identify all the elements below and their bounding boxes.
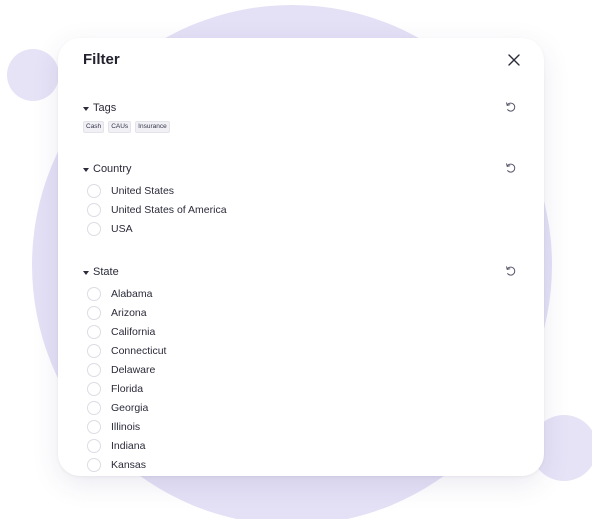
option-label: Kansas — [111, 458, 147, 471]
reset-country-button[interactable] — [504, 161, 518, 175]
option-label: Connecticut — [111, 344, 167, 357]
close-button[interactable] — [505, 51, 523, 69]
caret-down-icon — [83, 270, 89, 275]
stage: Filter Tags Cash CAUs Insurance Country … — [0, 0, 592, 519]
radio-option[interactable]: Alabama — [83, 284, 523, 303]
rotate-ccw-icon — [506, 266, 516, 276]
country-section: Country United States United States of A… — [83, 161, 523, 238]
option-label: USA — [111, 222, 133, 235]
section-toggle-country[interactable]: Country — [83, 161, 523, 177]
radio-button[interactable] — [87, 202, 101, 217]
rotate-ccw-icon — [506, 102, 516, 112]
radio-button[interactable] — [87, 457, 101, 472]
reset-tags-button[interactable] — [504, 100, 518, 114]
radio-option[interactable]: United States — [83, 181, 523, 200]
option-label: Delaware — [111, 363, 156, 376]
radio-button[interactable] — [87, 183, 101, 198]
state-options: Alabama Arizona California Connecticut D… — [83, 284, 523, 474]
radio-button[interactable] — [87, 381, 101, 396]
tag-chip[interactable]: Insurance — [135, 121, 170, 133]
option-label: Florida — [111, 382, 144, 395]
radio-option[interactable]: United States of America — [83, 200, 523, 219]
background-blob-small — [7, 49, 59, 101]
tags-section: Tags Cash CAUs Insurance — [83, 100, 523, 133]
option-label: California — [111, 325, 156, 338]
radio-button[interactable] — [87, 221, 101, 236]
country-options: United States United States of America U… — [83, 181, 523, 238]
radio-option[interactable]: Indiana — [83, 436, 523, 455]
reset-state-button[interactable] — [504, 264, 518, 278]
caret-down-icon — [83, 106, 89, 111]
rotate-ccw-icon — [506, 163, 516, 173]
tag-chip[interactable]: Cash — [83, 121, 105, 133]
radio-option[interactable]: Delaware — [83, 360, 523, 379]
radio-button[interactable] — [87, 343, 101, 358]
section-toggle-state[interactable]: State — [83, 264, 523, 280]
radio-button[interactable] — [87, 362, 101, 377]
radio-button[interactable] — [87, 438, 101, 453]
radio-option[interactable]: Georgia — [83, 398, 523, 417]
radio-option[interactable]: Kansas — [83, 455, 523, 474]
filter-panel: Filter Tags Cash CAUs Insurance Country … — [58, 38, 544, 476]
option-label: Illinois — [111, 420, 141, 433]
tag-list: Cash CAUs Insurance — [83, 121, 523, 133]
option-label: Indiana — [111, 439, 146, 452]
radio-option[interactable]: Connecticut — [83, 341, 523, 360]
option-label: United States of America — [111, 203, 227, 216]
section-label: State — [93, 266, 119, 278]
state-section: State Alabama Arizona California Connect… — [83, 264, 523, 474]
radio-button[interactable] — [87, 324, 101, 339]
radio-button[interactable] — [87, 286, 101, 301]
option-label: Arizona — [111, 306, 147, 319]
tag-chip[interactable]: CAUs — [108, 121, 132, 133]
caret-down-icon — [83, 167, 89, 172]
radio-button[interactable] — [87, 305, 101, 320]
radio-option[interactable]: Illinois — [83, 417, 523, 436]
section-toggle-tags[interactable]: Tags — [83, 100, 523, 116]
radio-option[interactable]: California — [83, 322, 523, 341]
section-label: Country — [93, 163, 132, 175]
radio-option[interactable]: Arizona — [83, 303, 523, 322]
radio-button[interactable] — [87, 419, 101, 434]
close-icon — [508, 54, 520, 66]
radio-option[interactable]: USA — [83, 219, 523, 238]
section-label: Tags — [93, 102, 117, 114]
option-label: Georgia — [111, 401, 149, 414]
option-label: Alabama — [111, 287, 153, 300]
radio-option[interactable]: Florida — [83, 379, 523, 398]
option-label: United States — [111, 184, 175, 197]
radio-button[interactable] — [87, 400, 101, 415]
panel-title: Filter — [83, 51, 120, 68]
